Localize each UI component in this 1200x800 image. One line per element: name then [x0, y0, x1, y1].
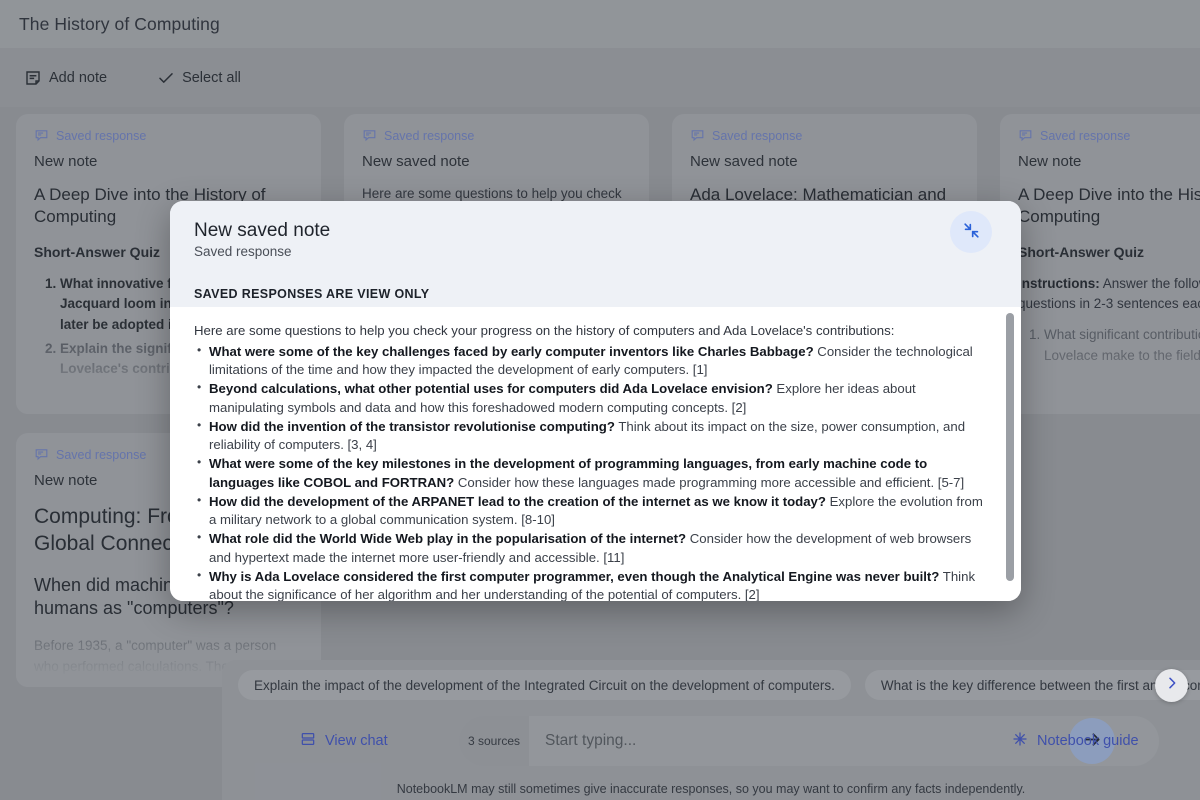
list-item: Why is Ada Lovelace considered the first…: [194, 567, 991, 601]
question-text: How did the invention of the transistor …: [209, 418, 615, 434]
answer-hint: Consider how these languages made progra…: [454, 474, 965, 490]
view-only-banner: SAVED RESPONSES ARE VIEW ONLY: [170, 285, 1021, 307]
question-text: Why is Ada Lovelace considered the first…: [209, 568, 940, 584]
list-item: What were some of the key challenges fac…: [194, 342, 991, 380]
question-text: What role did the World Wide Web play in…: [209, 531, 687, 547]
modal-subtitle: Saved response: [194, 243, 292, 259]
modal-question-list: What were some of the key challenges fac…: [194, 342, 991, 601]
list-item: How did the development of the ARPANET l…: [194, 492, 991, 530]
view-only-label: SAVED RESPONSES ARE VIEW ONLY: [194, 287, 430, 301]
saved-note-modal: New saved note Saved response SAVED RESP…: [170, 201, 1021, 601]
question-text: What were some of the key challenges fac…: [209, 343, 814, 359]
modal-header: New saved note Saved response: [170, 201, 1021, 285]
modal-scrollbar[interactable]: [1006, 313, 1014, 595]
question-text: How did the development of the ARPANET l…: [209, 493, 826, 509]
list-item: How did the invention of the transistor …: [194, 417, 991, 455]
collapse-arrows-icon: [962, 221, 981, 243]
question-text: Beyond calculations, what other potentia…: [209, 381, 773, 397]
modal-title: New saved note: [194, 220, 331, 241]
list-item: What role did the World Wide Web play in…: [194, 529, 991, 567]
list-item: Beyond calculations, what other potentia…: [194, 379, 991, 417]
collapse-arrows-icon-button[interactable]: [950, 211, 992, 253]
suggestions-next-button[interactable]: [1155, 669, 1188, 702]
modal-body: Here are some questions to help you chec…: [170, 307, 1021, 601]
modal-intro-text: Here are some questions to help you chec…: [194, 323, 895, 338]
chevron-right-icon: [1164, 675, 1180, 696]
modal-scrollbar-thumb[interactable]: [1006, 313, 1014, 581]
list-item: What were some of the key milestones in …: [194, 454, 991, 492]
